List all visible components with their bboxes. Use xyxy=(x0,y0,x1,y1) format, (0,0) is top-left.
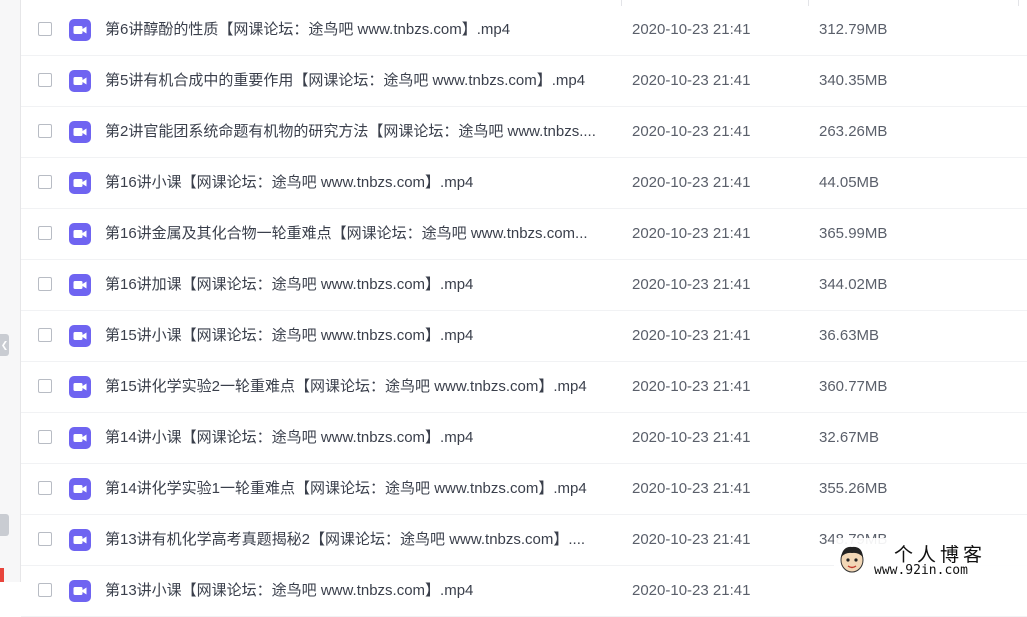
video-file-icon xyxy=(69,223,91,245)
left-panel-edge: ❮ xyxy=(0,0,21,582)
row-checkbox[interactable] xyxy=(38,73,52,87)
row-checkbox[interactable] xyxy=(38,175,52,189)
file-name[interactable]: 第15讲化学实验2一轮重难点【网课论坛：途鸟吧 www.tnbzs.com】.m… xyxy=(105,362,615,412)
row-checkbox[interactable] xyxy=(38,124,52,138)
file-row[interactable]: 第16讲加课【网课论坛：途鸟吧 www.tnbzs.com】.mp4 2020-1… xyxy=(21,260,1027,311)
file-size: 355.26MB xyxy=(819,480,888,497)
video-file-icon xyxy=(69,529,91,551)
video-file-icon xyxy=(69,325,91,347)
file-name[interactable]: 第13讲有机化学高考真题揭秘2【网课论坛：途鸟吧 www.tnbzs.com】.… xyxy=(105,515,615,565)
row-checkbox[interactable] xyxy=(38,583,52,597)
file-size: 344.02MB xyxy=(819,276,888,293)
row-checkbox[interactable] xyxy=(38,481,52,495)
collapse-arrow-icon[interactable]: ❮ xyxy=(0,334,9,356)
file-modified-date: 2020-10-23 21:41 xyxy=(632,327,751,344)
row-checkbox[interactable] xyxy=(38,379,52,393)
file-name[interactable]: 第15讲小课【网课论坛：途鸟吧 www.tnbzs.com】.mp4 xyxy=(105,311,615,361)
file-row[interactable]: 第14讲小课【网课论坛：途鸟吧 www.tnbzs.com】.mp4 2020-1… xyxy=(21,413,1027,464)
file-size: 340.35MB xyxy=(819,72,888,89)
video-file-icon xyxy=(69,70,91,92)
file-name[interactable]: 第6讲醇酚的性质【网课论坛：途鸟吧 www.tnbzs.com】.mp4 xyxy=(105,5,615,55)
file-size: 365.99MB xyxy=(819,225,888,242)
watermark: 个人博客 www.92in.com xyxy=(834,538,1027,582)
file-size: 360.77MB xyxy=(819,378,888,395)
file-row[interactable]: 第5讲有机合成中的重要作用【网课论坛：途鸟吧 www.tnbzs.com】.mp… xyxy=(21,56,1027,107)
video-file-icon xyxy=(69,121,91,143)
video-file-icon xyxy=(69,376,91,398)
file-name[interactable]: 第2讲官能团系统命题有机物的研究方法【网课论坛：途鸟吧 www.tnbzs...… xyxy=(105,107,615,157)
row-checkbox[interactable] xyxy=(38,430,52,444)
file-modified-date: 2020-10-23 21:41 xyxy=(632,480,751,497)
file-row[interactable]: 第15讲小课【网课论坛：途鸟吧 www.tnbzs.com】.mp4 2020-1… xyxy=(21,311,1027,362)
file-modified-date: 2020-10-23 21:41 xyxy=(632,72,751,89)
watermark-url: www.92in.com xyxy=(874,563,968,578)
file-size: 312.79MB xyxy=(819,21,888,38)
file-modified-date: 2020-10-23 21:41 xyxy=(632,378,751,395)
row-checkbox[interactable] xyxy=(38,22,52,36)
video-file-icon xyxy=(69,427,91,449)
file-name[interactable]: 第16讲小课【网课论坛：途鸟吧 www.tnbzs.com】.mp4 xyxy=(105,158,615,208)
row-checkbox[interactable] xyxy=(38,226,52,240)
file-list: 第6讲醇酚的性质【网课论坛：途鸟吧 www.tnbzs.com】.mp4 2020… xyxy=(21,5,1027,617)
file-name[interactable]: 第13讲小课【网课论坛：途鸟吧 www.tnbzs.com】.mp4 xyxy=(105,566,615,616)
file-name[interactable]: 第5讲有机合成中的重要作用【网课论坛：途鸟吧 www.tnbzs.com】.mp… xyxy=(105,56,615,106)
row-checkbox[interactable] xyxy=(38,277,52,291)
file-modified-date: 2020-10-23 21:41 xyxy=(632,123,751,140)
file-name[interactable]: 第16讲加课【网课论坛：途鸟吧 www.tnbzs.com】.mp4 xyxy=(105,260,615,310)
file-name[interactable]: 第14讲化学实验1一轮重难点【网课论坛：途鸟吧 www.tnbzs.com】.m… xyxy=(105,464,615,514)
file-row[interactable]: 第14讲化学实验1一轮重难点【网课论坛：途鸟吧 www.tnbzs.com】.m… xyxy=(21,464,1027,515)
video-file-icon xyxy=(69,478,91,500)
edge-marker xyxy=(0,568,4,582)
row-checkbox[interactable] xyxy=(38,532,52,546)
file-row[interactable]: 第16讲小课【网课论坛：途鸟吧 www.tnbzs.com】.mp4 2020-1… xyxy=(21,158,1027,209)
panel-handle-icon[interactable] xyxy=(0,514,9,536)
file-modified-date: 2020-10-23 21:41 xyxy=(632,429,751,446)
row-checkbox[interactable] xyxy=(38,328,52,342)
video-file-icon xyxy=(69,274,91,296)
file-modified-date: 2020-10-23 21:41 xyxy=(632,531,751,548)
file-modified-date: 2020-10-23 21:41 xyxy=(632,276,751,293)
video-file-icon xyxy=(69,172,91,194)
file-row[interactable]: 第16讲金属及其化合物一轮重难点【网课论坛：途鸟吧 www.tnbzs.com.… xyxy=(21,209,1027,260)
file-row[interactable]: 第15讲化学实验2一轮重难点【网课论坛：途鸟吧 www.tnbzs.com】.m… xyxy=(21,362,1027,413)
file-modified-date: 2020-10-23 21:41 xyxy=(632,174,751,191)
video-file-icon xyxy=(69,580,91,602)
avatar-face-icon xyxy=(840,546,864,573)
file-row[interactable]: 第2讲官能团系统命题有机物的研究方法【网课论坛：途鸟吧 www.tnbzs...… xyxy=(21,107,1027,158)
file-name[interactable]: 第14讲小课【网课论坛：途鸟吧 www.tnbzs.com】.mp4 xyxy=(105,413,615,463)
file-row[interactable]: 第6讲醇酚的性质【网课论坛：途鸟吧 www.tnbzs.com】.mp4 2020… xyxy=(21,5,1027,56)
file-size: 32.67MB xyxy=(819,429,880,446)
file-size: 36.63MB xyxy=(819,327,880,344)
file-size: 263.26MB xyxy=(819,123,888,140)
video-file-icon xyxy=(69,19,91,41)
file-name[interactable]: 第16讲金属及其化合物一轮重难点【网课论坛：途鸟吧 www.tnbzs.com.… xyxy=(105,209,615,259)
file-modified-date: 2020-10-23 21:41 xyxy=(632,21,751,38)
file-modified-date: 2020-10-23 21:41 xyxy=(632,582,751,599)
file-modified-date: 2020-10-23 21:41 xyxy=(632,225,751,242)
file-size: 44.05MB xyxy=(819,174,880,191)
